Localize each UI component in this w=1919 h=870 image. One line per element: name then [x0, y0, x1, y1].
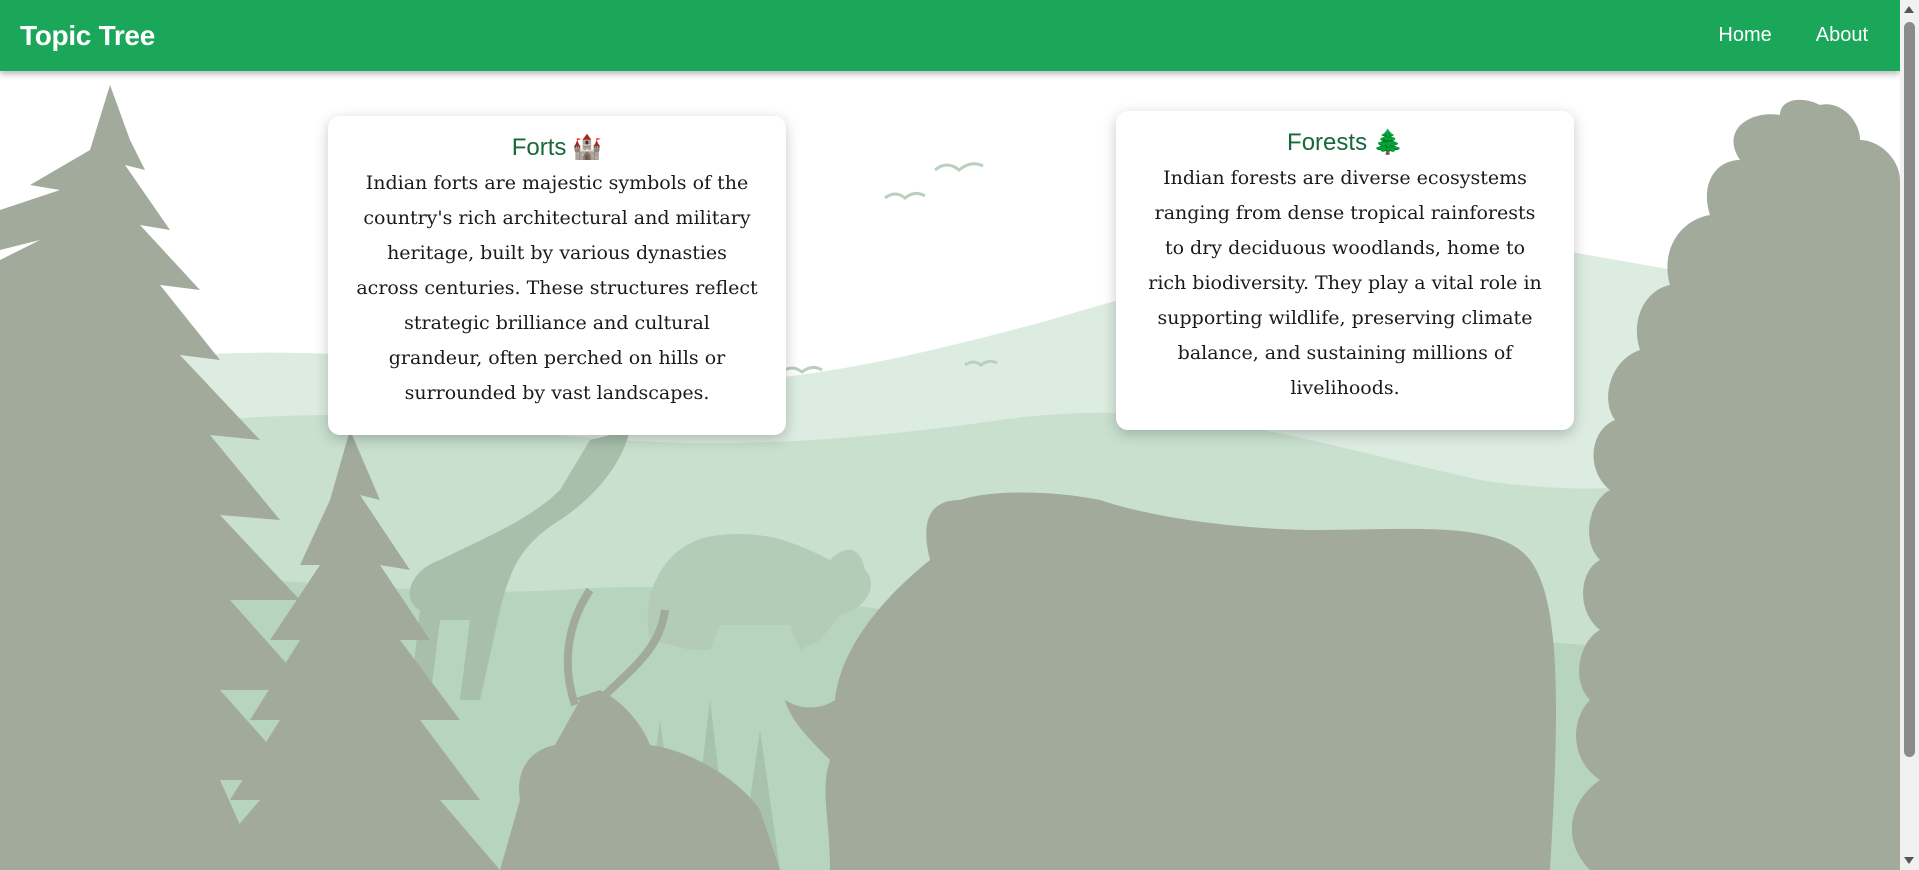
bird [884, 191, 926, 200]
vertical-scrollbar[interactable] [1900, 0, 1919, 870]
nav-link-about[interactable]: About [1816, 24, 1868, 47]
nav-link-home[interactable]: Home [1718, 24, 1771, 47]
castle-icon: 🏰 [572, 134, 603, 161]
wildlife-background-illustration [0, 85, 1900, 870]
card-description: Indian forests are diverse ecosystems ra… [1148, 167, 1542, 399]
card-title-text: Forts [511, 134, 567, 161]
page: Topic Tree Home About Forts 🏰 Indian for… [0, 0, 1900, 870]
brand-logo-text[interactable]: Topic Tree [20, 20, 155, 52]
scroll-up-arrow-icon[interactable] [1904, 6, 1914, 13]
nav-links: Home About [1718, 24, 1868, 47]
topic-card-forts[interactable]: Forts 🏰 Indian forts are majestic symbol… [328, 116, 786, 435]
bird [781, 365, 823, 374]
top-navbar: Topic Tree Home About [0, 0, 1900, 71]
evergreen-tree-icon: 🌲 [1373, 129, 1403, 156]
card-title-text: Forests [1287, 129, 1368, 156]
topic-card-forests[interactable]: Forests 🌲 Indian forests are diverse eco… [1116, 111, 1574, 430]
scrollbar-thumb[interactable] [1904, 22, 1915, 757]
bird [934, 162, 984, 172]
bushy-tree-silhouette [1571, 99, 1900, 870]
scroll-down-arrow-icon[interactable] [1904, 857, 1914, 864]
card-title: Forts 🏰 [356, 134, 758, 162]
card-description: Indian forts are majestic symbols of the… [356, 172, 758, 404]
card-title: Forests 🌲 [1144, 129, 1546, 157]
